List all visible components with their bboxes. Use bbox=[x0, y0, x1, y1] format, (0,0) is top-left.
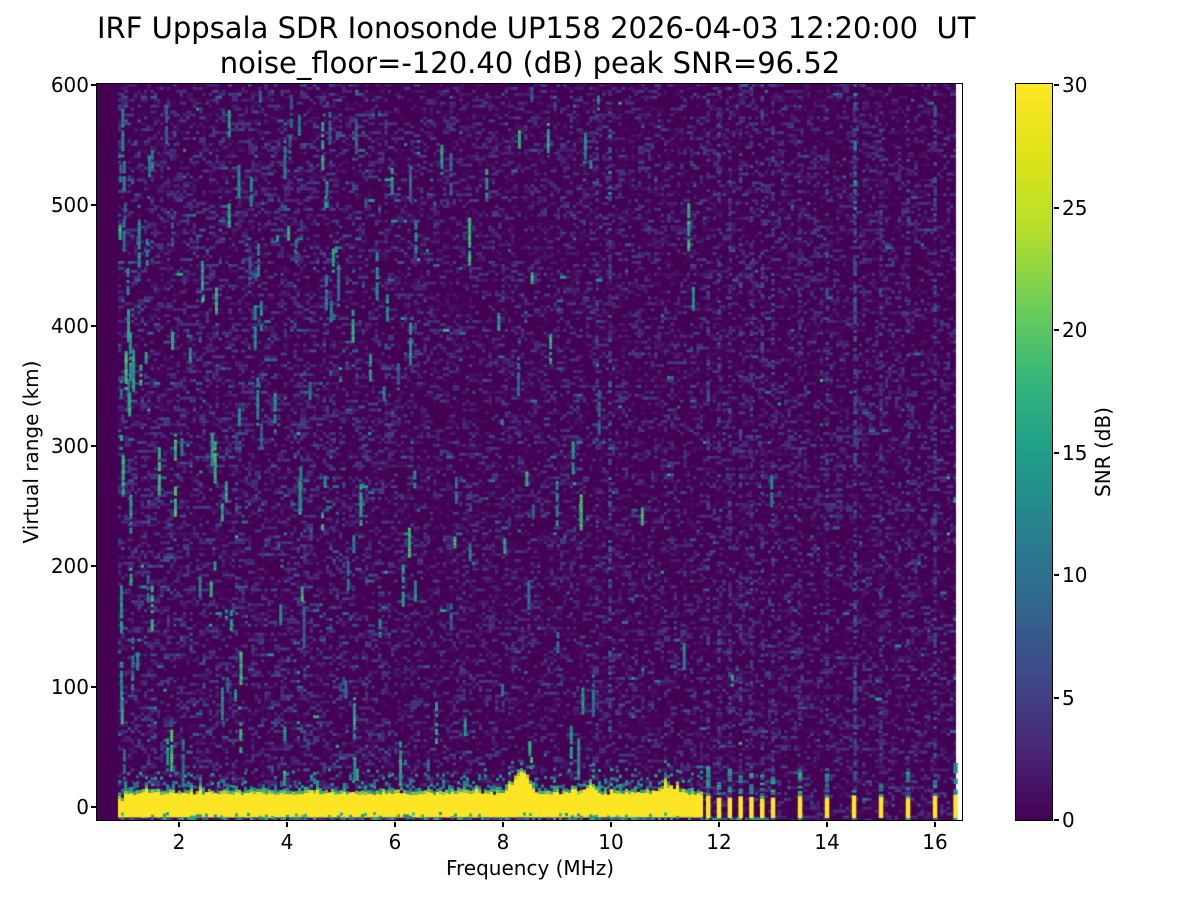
x-tick bbox=[502, 822, 504, 827]
colorbar-tick bbox=[1054, 574, 1059, 576]
ionogram-heatmap bbox=[97, 84, 962, 820]
chart-title: IRF Uppsala SDR Ionosonde UP158 2026-04-… bbox=[97, 11, 976, 45]
colorbar-tick-label: 30 bbox=[1062, 73, 1088, 97]
colorbar-tick bbox=[1054, 451, 1059, 454]
chart-subtitle: noise_floor=-120.40 (dB) peak SNR=96.52 bbox=[219, 46, 841, 80]
colorbar-tick-label: 25 bbox=[1062, 195, 1088, 220]
x-tick bbox=[610, 822, 612, 827]
colorbar-tick-label: 5 bbox=[1062, 685, 1075, 710]
y-tick bbox=[91, 445, 96, 447]
x-tick bbox=[826, 822, 828, 827]
y-tick-label: 500 bbox=[50, 193, 89, 218]
x-tick-label: 16 bbox=[922, 830, 948, 854]
x-tick-label: 10 bbox=[598, 830, 624, 854]
colorbar bbox=[1015, 83, 1053, 821]
y-tick-label: 0 bbox=[76, 795, 89, 819]
colorbar-label: SNR (dB) bbox=[1091, 407, 1115, 497]
x-tick bbox=[718, 822, 720, 827]
y-tick bbox=[91, 685, 96, 688]
x-tick-label: 2 bbox=[172, 830, 186, 854]
x-axis-label: Frequency (MHz) bbox=[445, 856, 615, 880]
colorbar-tick bbox=[1054, 819, 1059, 821]
y-tick bbox=[91, 204, 96, 207]
x-tick-label: 8 bbox=[496, 830, 510, 854]
x-tick-label: 4 bbox=[280, 830, 294, 854]
x-tick-label: 6 bbox=[388, 830, 402, 854]
y-tick bbox=[91, 324, 96, 327]
title-block: IRF Uppsala SDR Ionosonde UP158 2026-04-… bbox=[97, 11, 976, 81]
colorbar-tick bbox=[1054, 84, 1059, 86]
colorbar-tick-label: 0 bbox=[1062, 808, 1075, 832]
x-tick bbox=[934, 822, 936, 827]
x-tick-label: 12 bbox=[706, 830, 732, 854]
y-tick-label: 100 bbox=[50, 674, 89, 699]
y-tick-label: 600 bbox=[50, 73, 89, 98]
colorbar-tick bbox=[1054, 206, 1059, 209]
y-tick bbox=[91, 806, 96, 808]
y-tick bbox=[91, 565, 96, 568]
ionogram-figure: IRF Uppsala SDR Ionosonde UP158 2026-04-… bbox=[0, 0, 1200, 900]
colorbar-tick bbox=[1054, 696, 1059, 699]
y-tick bbox=[91, 84, 96, 87]
x-tick bbox=[394, 822, 396, 827]
x-tick-label: 14 bbox=[814, 830, 840, 854]
x-tick bbox=[178, 822, 180, 827]
colorbar-tick bbox=[1054, 329, 1059, 331]
x-tick bbox=[286, 822, 288, 827]
y-axis-label: Virtual range (km) bbox=[19, 360, 43, 544]
